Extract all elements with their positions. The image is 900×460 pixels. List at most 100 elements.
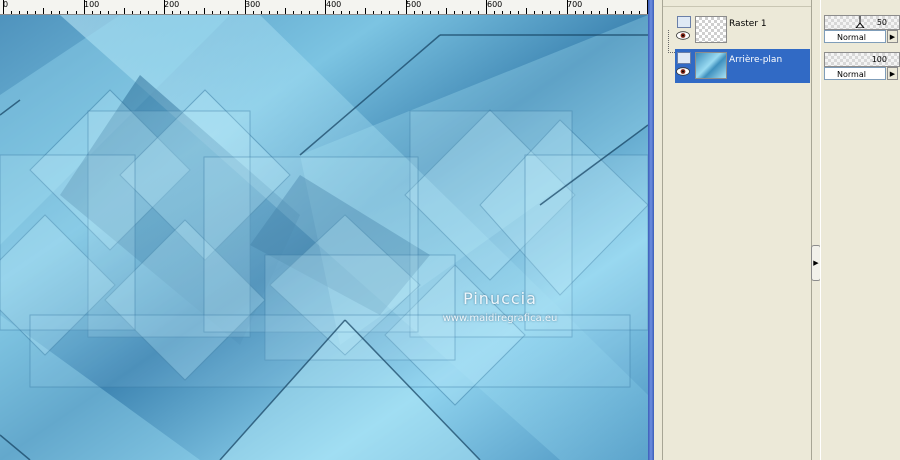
ruler-tick: [534, 11, 536, 14]
ruler-label: 400: [326, 0, 342, 9]
ruler-tick: [317, 11, 318, 14]
layer-row-raster-1[interactable]: Raster 1: [675, 13, 810, 47]
ruler-label: 600: [487, 0, 503, 9]
ruler-tick: [107, 11, 109, 14]
layers-palette: Raster 1 Arrière-plan: [663, 0, 812, 460]
blend-mode-select[interactable]: Normal: [824, 30, 886, 43]
ruler-label: 100: [84, 0, 100, 9]
layer-properties-panel: 50 Normal ▶ 100 Normal ▶: [820, 0, 900, 460]
layer-thumbnail: [695, 16, 727, 43]
ruler-tick: [196, 11, 198, 14]
ruler-tick: [43, 8, 45, 14]
ruler-tick: [188, 11, 190, 14]
ruler-tick: [413, 11, 415, 14]
ruler-tick: [35, 11, 37, 14]
ruler-tick: [91, 11, 93, 14]
opacity-value: 50: [876, 18, 887, 27]
ruler-label: 0: [3, 0, 9, 9]
blend-mode-select[interactable]: Normal: [824, 67, 886, 80]
ruler-label: 200: [164, 0, 180, 9]
ruler-tick: [268, 11, 270, 14]
layer-properties-row: 100 Normal ▶: [824, 50, 900, 84]
ruler-tick: [453, 11, 455, 14]
ruler-tick: [172, 11, 174, 14]
ruler-tick: [333, 11, 335, 14]
dropdown-arrow-icon[interactable]: ▶: [887, 30, 898, 43]
ruler-tick: [445, 8, 447, 14]
ruler-tick: [204, 8, 206, 14]
ruler-tick: [99, 11, 101, 14]
layer-name[interactable]: Arrière-plan: [729, 55, 782, 65]
ruler-tick: [59, 11, 61, 14]
opacity-value: 100: [871, 55, 887, 64]
ruler-tick: [469, 11, 471, 14]
visibility-eye-icon[interactable]: [676, 67, 690, 76]
image-canvas[interactable]: Pinuccia www.maidiregrafica.eu: [0, 15, 648, 460]
ruler-tick: [598, 11, 600, 14]
ruler-tick: [510, 11, 512, 14]
ruler-tick: [357, 11, 359, 14]
ruler-tick: [75, 11, 77, 14]
ruler-tick: [606, 8, 608, 14]
ruler-tick: [389, 11, 391, 14]
ruler-tick: [180, 11, 182, 14]
opacity-slider[interactable]: 50: [824, 15, 900, 30]
background-layer-icon: [677, 52, 691, 64]
ruler-tick: [349, 11, 351, 14]
ruler-tick: [147, 11, 149, 14]
ruler-tick: [284, 8, 286, 14]
ruler-tick: [421, 11, 423, 14]
ruler-tick: [276, 11, 278, 14]
ruler-tick: [381, 11, 383, 14]
ruler-tick: [19, 11, 21, 14]
panel-gutter: [654, 0, 663, 460]
ruler-tick: [51, 11, 53, 14]
ruler-tick: [437, 11, 439, 14]
ruler-tick: [139, 11, 141, 14]
ruler-tick: [574, 11, 576, 14]
ruler-tick: [67, 11, 69, 14]
ruler-tick: [478, 11, 479, 14]
watermark-title: Pinuccia: [463, 289, 537, 308]
ruler-tick: [542, 11, 544, 14]
visibility-eye-icon[interactable]: [676, 31, 690, 40]
layer-name[interactable]: Raster 1: [729, 19, 767, 29]
ruler-tick: [292, 11, 294, 14]
ruler-tick: [212, 11, 214, 14]
opacity-slider[interactable]: 100: [824, 52, 900, 67]
ruler-tick: [518, 11, 520, 14]
ruler-tick: [461, 11, 463, 14]
ruler-tick: [341, 11, 343, 14]
ruler-tick: [131, 11, 133, 14]
ruler-tick: [590, 11, 592, 14]
ruler-tick: [252, 11, 254, 14]
ruler-tick: [502, 11, 504, 14]
ruler-tick: [260, 11, 262, 14]
ruler-tick: [308, 11, 310, 14]
ruler-tick: [228, 11, 230, 14]
ruler-tick: [622, 11, 624, 14]
ruler-label: 300: [245, 0, 261, 9]
ruler-tick: [300, 11, 302, 14]
ruler-tick: [429, 11, 431, 14]
ruler-label: 500: [406, 0, 422, 9]
opacity-marker-icon: [855, 16, 865, 28]
ruler-tick: [11, 11, 13, 14]
ruler-tick: [526, 8, 528, 14]
group-connector: [668, 30, 675, 53]
ruler-tick: [494, 11, 496, 14]
canvas-artwork: [0, 15, 648, 460]
layer-properties-row: 50 Normal ▶: [824, 13, 900, 47]
layers-toolbar: [663, 0, 811, 7]
watermark-url: www.maidiregrafica.eu: [442, 313, 558, 324]
ruler-label: 700: [567, 0, 583, 9]
layer-thumbnail: [695, 52, 727, 79]
layer-row-arriere-plan[interactable]: Arrière-plan: [675, 49, 810, 83]
horizontal-ruler: 0 100 200 300 400 500 600 700: [0, 0, 648, 15]
ruler-tick: [582, 11, 584, 14]
ruler-tick: [27, 11, 29, 14]
ruler-tick: [558, 11, 560, 14]
ruler-tick: [236, 11, 238, 14]
ruler-tick: [550, 11, 552, 14]
dropdown-arrow-icon[interactable]: ▶: [887, 67, 898, 80]
